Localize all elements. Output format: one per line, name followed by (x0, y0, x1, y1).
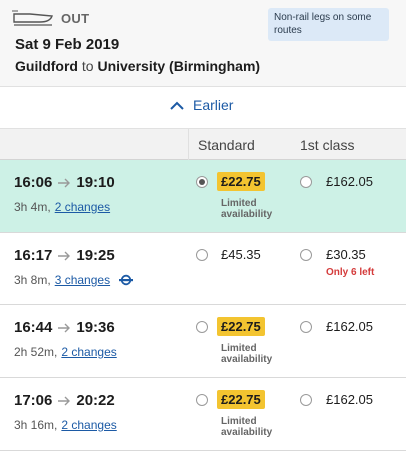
route-to-word: to (81, 58, 94, 74)
arrival-time: 20:22 (76, 392, 115, 409)
journey-date: Sat 9 Feb 2019 (15, 36, 120, 53)
first-class-fare-price: £30.35 (326, 247, 366, 262)
first-class-fare-radio[interactable] (300, 321, 312, 333)
standard-fare-radio[interactable] (196, 394, 208, 406)
earlier-button[interactable]: Earlier (170, 97, 233, 113)
departure-time: 16:06 (14, 174, 53, 191)
standard-fare-note: Limited availability (221, 198, 273, 220)
direction-label: OUT (61, 11, 90, 26)
first-class-fare-price: £162.05 (326, 174, 373, 189)
changes-link[interactable]: 2 changes (55, 200, 110, 214)
first-class-fare-radio[interactable] (300, 249, 312, 261)
origin-station: Guildford (15, 58, 78, 74)
journey-row[interactable]: 16:06 19:10 3h 4m, 2 changes £22.75 Limited a… (0, 160, 406, 233)
journey-row[interactable]: 17:06 20:22 3h 16m, 2 changes £22.75 Limited … (0, 378, 406, 451)
standard-column-header: Standard (198, 137, 255, 153)
arrow-right-icon (58, 178, 71, 187)
journey-duration: 3h 16m, (14, 418, 58, 432)
journey-row[interactable]: 16:17 19:25 3h 8m, 3 changes £45.35 £30.35 Onl… (0, 233, 406, 305)
standard-fare-note: Limited availability (221, 416, 273, 438)
earlier-label: Earlier (193, 97, 234, 113)
chevron-up-icon (170, 101, 184, 110)
standard-fare-price: £22.75 (217, 172, 265, 191)
first-class-fare-price: £162.05 (326, 319, 373, 334)
arrow-right-icon (58, 323, 71, 332)
journey-times: 16:17 19:25 (14, 247, 115, 264)
standard-fare-radio[interactable] (196, 176, 208, 188)
arrival-time: 19:36 (76, 319, 115, 336)
journey-meta: 3h 8m, 3 changes (14, 273, 134, 287)
arrival-time: 19:25 (76, 247, 115, 264)
changes-link[interactable]: 2 changes (61, 418, 116, 432)
first-class-column-header: 1st class (300, 137, 355, 153)
column-divider (188, 129, 189, 161)
standard-fare-radio[interactable] (196, 321, 208, 333)
non-rail-note: Non-rail legs on some routes (268, 8, 389, 41)
journey-route: Guildford to University (Birmingham) (15, 58, 260, 74)
first-class-fare-note: Only 6 left (326, 267, 375, 278)
first-class-fare-radio[interactable] (300, 394, 312, 406)
arrow-right-icon (58, 251, 71, 260)
journey-meta: 2h 52m, 2 changes (14, 345, 117, 359)
journey-header: OUT Sat 9 Feb 2019 Guildford to Universi… (0, 0, 406, 87)
departure-time: 16:44 (14, 319, 53, 336)
first-class-fare-radio[interactable] (300, 176, 312, 188)
earlier-bar: Earlier (0, 88, 406, 128)
first-class-fare-price: £162.05 (326, 392, 373, 407)
standard-fare-note: Limited availability (221, 343, 273, 365)
arrow-right-icon (58, 396, 71, 405)
standard-fare-price: £45.35 (221, 247, 261, 262)
underground-icon (119, 274, 134, 286)
journey-duration: 2h 52m, (14, 345, 58, 359)
journey-meta: 3h 4m, 2 changes (14, 200, 110, 214)
standard-fare-price: £22.75 (217, 390, 265, 409)
standard-fare-price: £22.75 (217, 317, 265, 336)
journey-duration: 3h 4m, (14, 200, 51, 214)
journey-times: 17:06 20:22 (14, 392, 115, 409)
changes-link[interactable]: 3 changes (55, 273, 110, 287)
journey-meta: 3h 16m, 2 changes (14, 418, 117, 432)
changes-link[interactable]: 2 changes (61, 345, 116, 359)
departure-time: 17:06 (14, 392, 53, 409)
journey-times: 16:44 19:36 (14, 319, 115, 336)
arrival-time: 19:10 (76, 174, 115, 191)
journey-times: 16:06 19:10 (14, 174, 115, 191)
standard-fare-radio[interactable] (196, 249, 208, 261)
journey-row[interactable]: 16:44 19:36 2h 52m, 2 changes £22.75 Limited … (0, 305, 406, 378)
fare-column-headers: Standard 1st class (0, 128, 406, 161)
train-icon (12, 10, 53, 26)
destination-station: University (Birmingham) (97, 58, 261, 74)
journey-duration: 3h 8m, (14, 273, 51, 287)
departure-time: 16:17 (14, 247, 53, 264)
